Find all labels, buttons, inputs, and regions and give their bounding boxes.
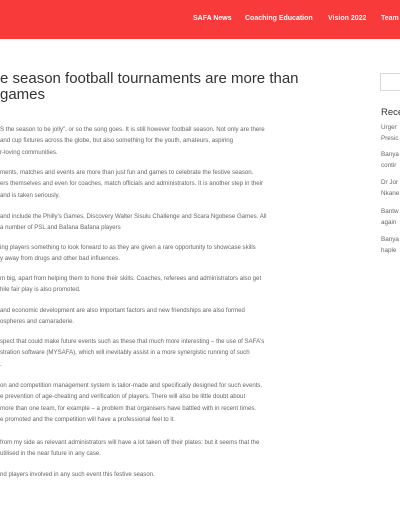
paragraph-line: e prevention of age-cheating and verific… <box>0 393 246 401</box>
recent-post-line: haple <box>381 246 397 254</box>
paragraph-line: and is taken seriously. <box>0 191 60 199</box>
paragraph-line: on and competition management system is … <box>0 382 263 389</box>
recent-post-line: Banya <box>381 151 399 158</box>
paragraph-line: more than one team, for example – a prob… <box>0 404 257 412</box>
recent-post-link[interactable]: Dr Jor Nkane <box>381 178 399 200</box>
paragraph-line: spect that could make future events such… <box>0 338 265 345</box>
recent-post-line: Bantw <box>381 208 399 215</box>
paragraph-line: stration software (MYSAFA), which will i… <box>0 349 250 357</box>
paragraph-line: from my side as relevant administrators … <box>0 439 260 446</box>
article-title-line-1: e season football tournaments are more t… <box>0 70 299 87</box>
nav-coaching-education[interactable]: Coaching Education <box>245 15 313 22</box>
paragraph-line: r-loving communities. <box>0 148 58 156</box>
paragraph-line: and include the Philly's Games, Discover… <box>0 213 267 220</box>
recent-post-link[interactable]: Banya contir <box>381 150 399 172</box>
recent-post-line: Presic <box>381 134 399 142</box>
recent-post-line: Dr Jor <box>381 179 399 186</box>
article-title-line-2: games <box>0 86 46 103</box>
paragraph-line: and cup fixtures across the globe, but a… <box>0 137 234 145</box>
recent-post-line: Nkane <box>381 189 400 197</box>
paragraph-line: e promoted and the competition will have… <box>0 415 176 423</box>
paragraph-line: and economic development are also import… <box>0 307 245 314</box>
paragraph-line: ospheres and camaraderie. <box>0 318 75 326</box>
article-paragraph-4: ing players something to look forward to… <box>0 242 342 265</box>
nav-safa-news[interactable]: SAFA News <box>193 15 232 22</box>
paragraph-line: hile fair play is also promoted. <box>0 286 81 294</box>
paragraph-line: a number of PSL and Bafana Bafana player… <box>0 224 121 232</box>
article-paragraph-1: S the season to be jolly", or so the son… <box>0 124 342 158</box>
paragraph-line: utilised in the near future in any case. <box>0 450 101 458</box>
article-paragraph-9: from my side as relevant administrators … <box>0 437 342 460</box>
article-paragraph-10: nd players involved in any such event th… <box>0 469 342 480</box>
article-paragraph-5: m big, apart from helping them to hone t… <box>0 273 342 296</box>
article-paragraph-2: ments, matches and events are more than … <box>0 167 342 201</box>
recent-posts-heading: Rece <box>381 107 400 118</box>
recent-post-line: Urger <box>381 124 397 131</box>
paragraph-line: ers themselves and even for coaches, mat… <box>0 180 264 188</box>
search-input[interactable] <box>380 73 400 91</box>
paragraph-line: ments, matches and events are more than … <box>0 169 254 176</box>
recent-post-line: again <box>381 218 397 226</box>
paragraph-line: m big, apart from helping them to hone t… <box>0 275 262 282</box>
paragraph-line: nd players involved in any such event th… <box>0 471 155 478</box>
paragraph-line: ing players something to look forward to… <box>0 244 256 251</box>
paragraph-line: . <box>0 360 2 368</box>
recent-post-line: Banya <box>381 236 399 243</box>
recent-post-link[interactable]: Urger Presic <box>381 123 399 145</box>
article-paragraph-3: and include the Philly's Games, Discover… <box>0 211 342 234</box>
nav-vision-2022[interactable]: Vision 2022 <box>328 15 366 22</box>
article-paragraph-6: and economic development are also import… <box>0 305 342 328</box>
recent-post-line: contir <box>381 161 397 169</box>
nav-team[interactable]: Team <box>381 15 399 22</box>
paragraph-line: y away from drugs and other bad influenc… <box>0 255 120 263</box>
article-title: e season football tournaments are more t… <box>0 71 340 103</box>
paragraph-line: S the season to be jolly", or so the son… <box>0 126 265 133</box>
top-navigation-bar: SAFA News Coaching Education Vision 2022… <box>0 0 400 39</box>
article-paragraph-7: spect that could make future events such… <box>0 336 342 370</box>
recent-post-link[interactable]: Banya haple <box>381 235 399 257</box>
article-paragraph-8: on and competition management system is … <box>0 380 342 425</box>
recent-post-link[interactable]: Bantw again <box>381 207 399 229</box>
